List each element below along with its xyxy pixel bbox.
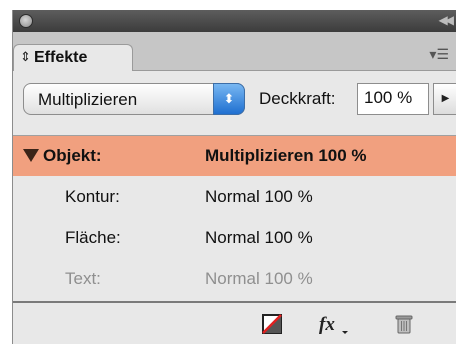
svg-text:fx: fx: [319, 314, 335, 335]
row-label: Objekt:: [43, 146, 102, 165]
row-value: Normal 100 %: [205, 228, 313, 247]
row-value: Normal 100 %: [205, 187, 313, 206]
blend-mode-dropdown[interactable]: Multiplizieren ⬍: [23, 83, 245, 115]
row-label: Text:: [65, 269, 101, 288]
row-label: Fläche:: [65, 228, 121, 247]
row-kontur[interactable]: Kontur: Normal 100 %: [13, 177, 456, 217]
dropdown-stepper-icon[interactable]: ⬍: [213, 83, 245, 115]
blend-mode-value: Multiplizieren: [38, 90, 138, 109]
row-text[interactable]: Text: Normal 100 %: [13, 259, 456, 299]
play-arrow-icon[interactable]: ▶: [433, 83, 456, 115]
fx-icon[interactable]: fx: [317, 313, 351, 335]
effects-list: Objekt: Multiplizieren 100 % Kontur: Nor…: [13, 135, 456, 302]
opacity-label: Deckkraft:: [259, 89, 336, 108]
row-objekt[interactable]: Objekt: Multiplizieren 100 %: [13, 136, 456, 176]
trash-icon[interactable]: [393, 313, 415, 335]
row-value: Normal 100 %: [205, 269, 313, 288]
tab-arrows-icon: ⇕: [20, 49, 31, 64]
clear-effects-icon[interactable]: [261, 313, 283, 335]
controls-row: Multiplizieren ⬍ Deckkraft: 100 % ▶: [13, 71, 456, 125]
close-icon[interactable]: [19, 14, 33, 28]
panel-menu-icon[interactable]: ▾☰: [429, 46, 449, 63]
row-flaeche[interactable]: Fläche: Normal 100 %: [13, 218, 456, 258]
tab-effekte[interactable]: ⇕ Effekte: [13, 44, 133, 71]
tab-label: Effekte: [34, 49, 88, 66]
tab-bar: ⇕ Effekte ▾☰: [13, 32, 456, 71]
disclosure-triangle-icon[interactable]: [23, 149, 39, 162]
panel-titlebar[interactable]: ◀◀: [13, 10, 456, 32]
collapse-icon[interactable]: ◀◀: [439, 13, 455, 27]
row-label: Kontur:: [65, 187, 120, 206]
panel-footer: fx: [13, 303, 456, 344]
row-value: Multiplizieren 100 %: [205, 146, 367, 165]
opacity-input[interactable]: 100 %: [357, 83, 429, 115]
effects-panel: ◀◀ ⇕ Effekte ▾☰ Multiplizieren ⬍ Deckkra…: [12, 10, 456, 344]
